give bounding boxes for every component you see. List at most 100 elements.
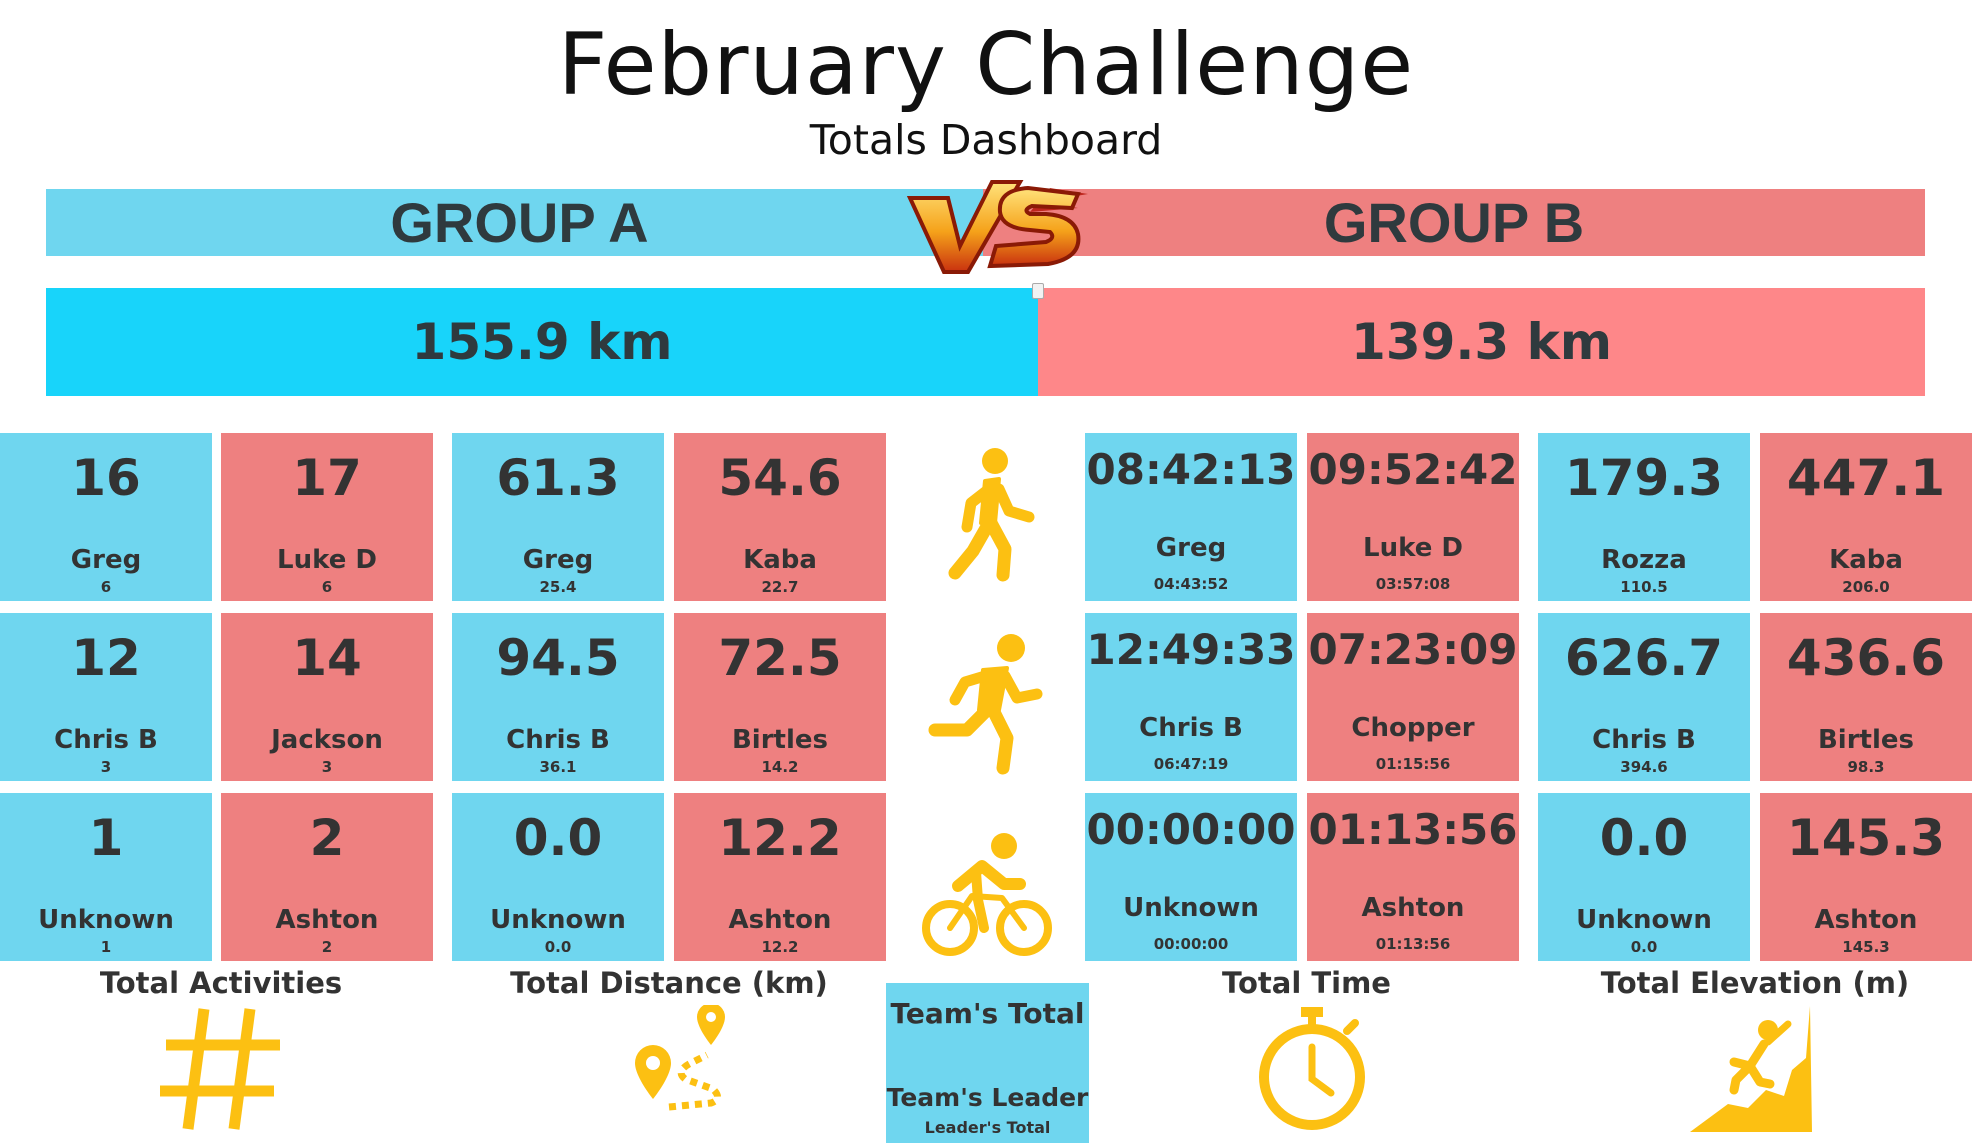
- card-leader-name: Greg: [522, 545, 594, 575]
- card-leader-name: Jackson: [271, 725, 383, 755]
- card-value: 14: [292, 629, 362, 687]
- group-b-header: GROUP B: [983, 189, 1925, 256]
- card-value: 626.7: [1564, 629, 1724, 687]
- card-leader-name: Greg: [70, 545, 142, 575]
- card-value: 0.0: [513, 809, 603, 867]
- card-leader-total: 110.5: [1620, 578, 1668, 596]
- card-leader-name: Chris B: [1592, 725, 1696, 755]
- card-value: 179.3: [1564, 449, 1724, 507]
- climb-icon: [1690, 1006, 1812, 1132]
- card-leader-total: 25.4: [539, 578, 577, 596]
- card-leader-name: Luke D: [1363, 533, 1463, 563]
- card-leader-total: 1: [100, 938, 112, 956]
- card-leader-total: 6: [321, 578, 333, 596]
- walk-elevation-a-card: 179.3 Rozza 110.5: [1538, 433, 1750, 601]
- card-leader-total: 98.3: [1847, 758, 1885, 776]
- bike-elevation-b-card: 145.3 Ashton 145.3: [1760, 793, 1972, 961]
- card-leader-name: Ashton: [728, 905, 832, 935]
- legend-team-total: Team's Total: [890, 997, 1085, 1030]
- run-activities-a-card: 12 Chris B 3: [0, 613, 212, 781]
- card-leader-total: 22.7: [761, 578, 799, 596]
- card-leader-name: Chris B: [1139, 713, 1243, 743]
- card-value: 2: [309, 809, 345, 867]
- legend-box: Team's Total Team's Leader Leader's Tota…: [886, 983, 1089, 1143]
- run-distance-b-card: 72.5 Birtles 14.2: [674, 613, 886, 781]
- card-value: 07:23:09: [1308, 625, 1518, 674]
- bike-activities-a-card: 1 Unknown 1: [0, 793, 212, 961]
- walk-time-a-card: 08:42:13 Greg 04:43:52: [1085, 433, 1297, 601]
- walk-distance-b-card: 54.6 Kaba 22.7: [674, 433, 886, 601]
- card-leader-total: 0.0: [1630, 938, 1658, 956]
- card-leader-total: 0.0: [544, 938, 572, 956]
- card-leader-name: Unknown: [1123, 893, 1259, 923]
- card-value: 00:00:00: [1086, 805, 1296, 854]
- card-leader-name: Kaba: [1829, 545, 1903, 575]
- card-leader-name: Unknown: [1576, 905, 1712, 935]
- card-leader-total: 14.2: [761, 758, 799, 776]
- card-leader-name: Kaba: [743, 545, 817, 575]
- page-subtitle: Totals Dashboard: [809, 116, 1163, 164]
- page-title: February Challenge: [557, 15, 1415, 115]
- distance-split-handle: [1032, 283, 1044, 299]
- bike-activities-b-card: 2 Ashton 2: [221, 793, 433, 961]
- bike-time-a-card: 00:00:00 Unknown 00:00:00: [1085, 793, 1297, 961]
- card-leader-name: Rozza: [1601, 545, 1687, 575]
- card-leader-name: Ashton: [1361, 893, 1465, 923]
- bike-elevation-a-card: 0.0 Unknown 0.0: [1538, 793, 1750, 961]
- card-leader-name: Unknown: [490, 905, 626, 935]
- card-leader-total: 01:15:56: [1375, 755, 1451, 773]
- category-label-time: Total Time: [1222, 966, 1391, 1000]
- bike-icon: [922, 833, 1052, 956]
- category-label-activities: Total Activities: [99, 966, 343, 1000]
- card-value: 17: [292, 449, 362, 507]
- stopwatch-icon: [1259, 1007, 1365, 1130]
- hash-icon: [160, 1008, 280, 1130]
- card-value: 61.3: [496, 449, 620, 507]
- card-leader-total: 12.2: [761, 938, 799, 956]
- bike-time-b-card: 01:13:56 Ashton 01:13:56: [1307, 793, 1519, 961]
- card-leader-name: Luke D: [277, 545, 377, 575]
- walk-time-b-card: 09:52:42 Luke D 03:57:08: [1307, 433, 1519, 601]
- card-value: 12:49:33: [1086, 625, 1296, 674]
- card-value: 436.6: [1786, 629, 1946, 687]
- card-leader-name: Chopper: [1351, 713, 1475, 743]
- card-value: 12: [71, 629, 141, 687]
- card-value: 16: [71, 449, 141, 507]
- card-leader-name: Greg: [1155, 533, 1227, 563]
- run-time-a-card: 12:49:33 Chris B 06:47:19: [1085, 613, 1297, 781]
- walk-icon: [948, 448, 1035, 582]
- run-elevation-a-card: 626.7 Chris B 394.6: [1538, 613, 1750, 781]
- card-leader-name: Birtles: [1817, 725, 1914, 755]
- card-leader-total: 03:57:08: [1375, 575, 1451, 593]
- card-leader-total: 3: [100, 758, 112, 776]
- walk-elevation-b-card: 447.1 Kaba 206.0: [1760, 433, 1972, 601]
- walk-activities-a-card: 16 Greg 6: [0, 433, 212, 601]
- card-leader-total: 00:00:00: [1153, 935, 1229, 953]
- card-value: 94.5: [496, 629, 620, 687]
- card-leader-name: Ashton: [1814, 905, 1918, 935]
- card-value: 145.3: [1786, 809, 1946, 867]
- run-distance-a-card: 94.5 Chris B 36.1: [452, 613, 664, 781]
- walk-activities-b-card: 17 Luke D 6: [221, 433, 433, 601]
- card-value: 0.0: [1599, 809, 1689, 867]
- card-value: 01:13:56: [1308, 805, 1518, 854]
- card-leader-total: 206.0: [1842, 578, 1890, 596]
- card-leader-name: Birtles: [731, 725, 828, 755]
- run-icon: [928, 634, 1043, 775]
- card-leader-total: 3: [321, 758, 333, 776]
- card-leader-total: 6: [100, 578, 112, 596]
- card-leader-total: 145.3: [1842, 938, 1890, 956]
- card-leader-total: 01:13:56: [1375, 935, 1451, 953]
- category-label-elevation: Total Elevation (m): [1600, 966, 1910, 1000]
- run-elevation-b-card: 436.6 Birtles 98.3: [1760, 613, 1972, 781]
- legend-team-leader: Team's Leader: [886, 1083, 1089, 1112]
- card-leader-name: Chris B: [54, 725, 158, 755]
- group-a-header: GROUP A: [46, 189, 993, 256]
- walk-distance-a-card: 61.3 Greg 25.4: [452, 433, 664, 601]
- card-value: 447.1: [1786, 449, 1946, 507]
- group-a-distance-bar: 155.9 km: [46, 288, 1038, 396]
- card-leader-name: Chris B: [506, 725, 610, 755]
- card-value: 1: [88, 809, 124, 867]
- card-value: 09:52:42: [1308, 445, 1518, 494]
- category-label-distance: Total Distance (km): [510, 966, 828, 1000]
